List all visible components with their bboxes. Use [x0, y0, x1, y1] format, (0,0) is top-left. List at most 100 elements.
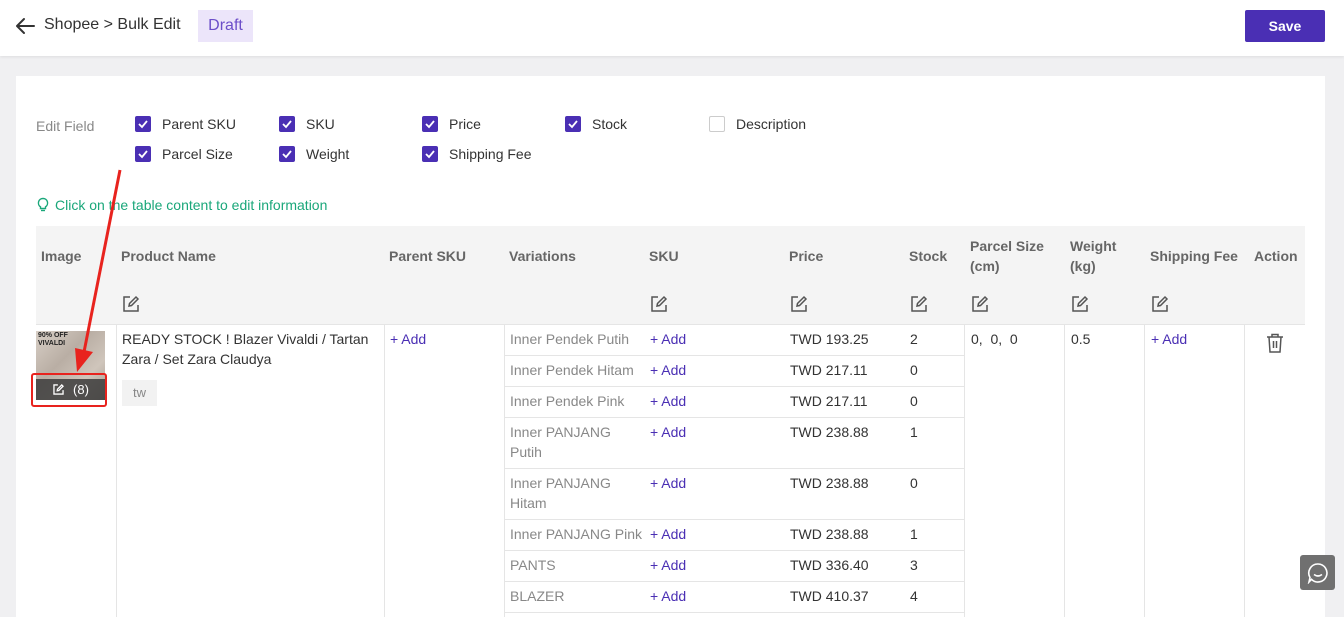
row-divider — [505, 612, 964, 613]
column-divider — [1244, 325, 1245, 617]
bulk-edit-weight-icon[interactable] — [1070, 294, 1090, 314]
bulk-edit-parcel-size-icon[interactable] — [970, 294, 990, 314]
checkbox-checked-icon[interactable] — [422, 146, 438, 162]
checkbox-checked-icon[interactable] — [135, 146, 151, 162]
price-value[interactable]: TWD 238.88 — [790, 473, 869, 493]
checkbox-shipping-fee[interactable]: Shipping Fee — [422, 146, 532, 162]
top-bar: Shopee > Bulk Edit Draft Save — [0, 0, 1344, 56]
checkbox-label: Parcel Size — [162, 146, 233, 162]
sku-add-link[interactable]: + Add — [650, 524, 686, 544]
stock-value[interactable]: 0 — [910, 360, 918, 380]
header-parcel-size: Parcel Size (cm) — [970, 238, 1044, 274]
variation-name: Inner PANJANG Hitam — [510, 475, 611, 511]
sku-add-link[interactable]: + Add — [650, 586, 686, 606]
checkbox-label: Parent SKU — [162, 116, 236, 132]
variation-name: Inner PANJANG Pink — [510, 526, 643, 542]
stock-value[interactable]: 1 — [910, 422, 918, 442]
variation-name: Inner PANJANG Putih — [510, 424, 611, 460]
save-button[interactable]: Save — [1245, 10, 1325, 42]
row-divider — [36, 324, 1305, 325]
row-divider — [505, 386, 964, 387]
tip-label: Click on the table content to edit infor… — [55, 197, 328, 213]
stock-value[interactable]: 2 — [910, 329, 918, 349]
checkbox-label: Weight — [306, 146, 350, 162]
bulk-edit-shipping-fee-icon[interactable] — [1150, 294, 1170, 314]
sku-add-link[interactable]: + Add — [650, 555, 686, 575]
header-variations: Variations — [509, 248, 576, 264]
product-image-text: 90% OFF VIVALDI — [38, 332, 68, 347]
variation-name: Inner Pendek Pink — [510, 393, 625, 409]
checkbox-sku[interactable]: SKU — [279, 116, 335, 132]
trash-icon[interactable] — [1265, 332, 1285, 354]
price-value[interactable]: TWD 217.11 — [790, 391, 868, 411]
row-divider — [505, 468, 964, 469]
column-divider — [504, 325, 505, 617]
checkbox-parcel-size[interactable]: Parcel Size — [135, 146, 233, 162]
price-value[interactable]: TWD 238.88 — [790, 422, 869, 442]
back-arrow-icon[interactable] — [14, 15, 36, 37]
parcel-size-value[interactable]: 0, 0, 0 — [971, 329, 1018, 349]
row-divider — [505, 519, 964, 520]
variation-name: Inner Pendek Hitam — [510, 362, 634, 378]
checkbox-checked-icon[interactable] — [422, 116, 438, 132]
sku-add-link[interactable]: + Add — [650, 391, 686, 411]
price-value[interactable]: TWD 217.11 — [790, 360, 868, 380]
checkbox-label: Shipping Fee — [449, 146, 532, 162]
checkbox-price[interactable]: Price — [422, 116, 481, 132]
variation-name: PANTS — [510, 557, 556, 573]
checkbox-checked-icon[interactable] — [565, 116, 581, 132]
bulk-edit-stock-icon[interactable] — [909, 294, 929, 314]
price-value[interactable]: TWD 193.25 — [790, 329, 869, 349]
bulk-edit-price-icon[interactable] — [789, 294, 809, 314]
parent-sku-add-link[interactable]: + Add — [390, 329, 426, 349]
annotation-highlight-box — [31, 373, 107, 407]
price-value[interactable]: TWD 238.88 — [790, 524, 869, 544]
stock-value[interactable]: 0 — [910, 473, 918, 493]
stock-value[interactable]: 4 — [910, 586, 918, 606]
checkbox-stock[interactable]: Stock — [565, 116, 627, 132]
checkbox-checked-icon[interactable] — [135, 116, 151, 132]
chat-button[interactable] — [1300, 555, 1335, 590]
stock-value[interactable]: 3 — [910, 555, 918, 575]
sku-add-link[interactable]: + Add — [650, 360, 686, 380]
sku-add-link[interactable]: + Add — [650, 422, 686, 442]
status-badge: Draft — [198, 10, 253, 42]
row-divider — [505, 417, 964, 418]
header-image: Image — [41, 248, 82, 264]
row-divider — [505, 355, 964, 356]
shipping-fee-add-link[interactable]: + Add — [1151, 329, 1187, 349]
checkbox-parent-sku[interactable]: Parent SKU — [135, 116, 236, 132]
header-price: Price — [789, 248, 824, 264]
sku-add-link[interactable]: + Add — [650, 473, 686, 493]
stock-value[interactable]: 0 — [910, 391, 918, 411]
header-shipping-fee: Shipping Fee — [1150, 248, 1238, 264]
row-divider — [505, 581, 964, 582]
chat-bubble-icon — [1307, 562, 1328, 584]
checkbox-description[interactable]: Description — [709, 116, 806, 132]
product-name[interactable]: READY STOCK ! Blazer Vivaldi / Tartan Za… — [122, 329, 372, 369]
checkbox-checked-icon[interactable] — [279, 116, 295, 132]
checkbox-unchecked-icon[interactable] — [709, 116, 725, 132]
variation-name: Inner Pendek Putih — [510, 331, 630, 347]
stock-value[interactable]: 1 — [910, 524, 918, 544]
checkbox-checked-icon[interactable] — [279, 146, 295, 162]
header-parent-sku: Parent SKU — [389, 248, 467, 264]
checkbox-weight[interactable]: Weight — [279, 146, 349, 162]
lightbulb-icon — [37, 197, 49, 212]
weight-value[interactable]: 0.5 — [1071, 329, 1090, 349]
header-sku: SKU — [649, 248, 679, 264]
header-action: Action — [1254, 248, 1298, 264]
price-value[interactable]: TWD 336.40 — [790, 555, 869, 575]
header-product-name: Product Name — [121, 248, 216, 264]
price-value[interactable]: TWD 410.37 — [790, 586, 869, 606]
bulk-edit-product-name-icon[interactable] — [121, 294, 141, 314]
column-divider — [116, 325, 117, 617]
column-divider — [384, 325, 385, 617]
edit-field-label: Edit Field — [36, 118, 95, 134]
sku-add-link[interactable]: + Add — [650, 329, 686, 349]
checkbox-label: SKU — [306, 116, 335, 132]
bulk-edit-sku-icon[interactable] — [649, 294, 669, 314]
variation-name: BLAZER — [510, 588, 565, 604]
checkbox-label: Description — [736, 116, 807, 132]
product-tag: tw — [122, 380, 157, 406]
